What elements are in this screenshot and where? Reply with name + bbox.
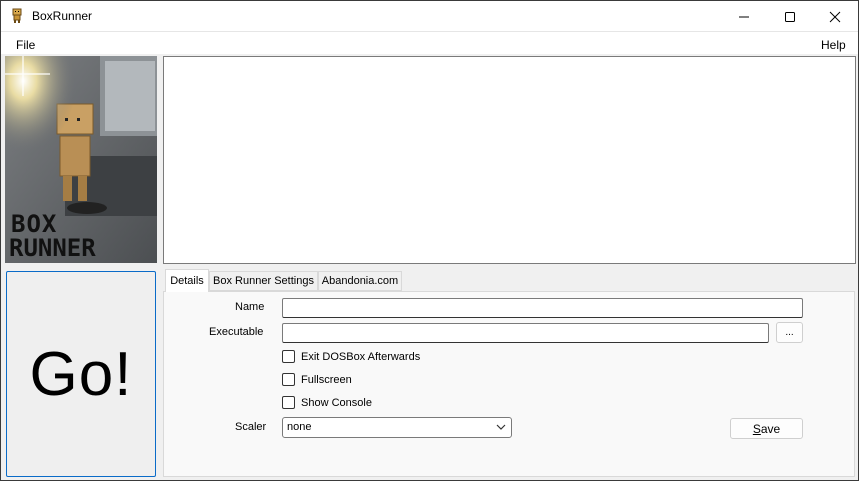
exit-dosbox-checkbox[interactable]: Exit DOSBox Afterwards [282,350,420,363]
save-button[interactable]: Save [730,418,803,439]
show-console-label: Show Console [301,396,372,409]
checkbox-box[interactable] [282,350,295,363]
save-button-label: ave [760,421,781,436]
menu-bar: File Help [1,32,858,54]
output-area[interactable] [163,56,856,264]
minimize-icon [739,16,749,17]
close-icon [829,11,841,22]
boxrunner-logo-image: BOX RUNNER [5,56,157,263]
menu-file[interactable]: File [16,38,35,52]
exit-dosbox-label: Exit DOSBox Afterwards [301,350,421,363]
details-panel [163,291,855,477]
maximize-button[interactable] [767,1,813,32]
show-console-checkbox[interactable]: Show Console [282,396,372,409]
tab-box-runner-settings[interactable]: Box Runner Settings [209,271,318,291]
tab-abandonia-label: Abandonia.com [321,275,399,287]
maximize-icon [785,11,795,22]
go-button-label: Go! [29,339,133,409]
chevron-down-icon [496,424,506,430]
name-field[interactable] [282,298,803,318]
tab-abandonia[interactable]: Abandonia.com [318,271,402,291]
go-button[interactable]: Go! [6,271,156,477]
title-bar[interactable]: BoxRunner [1,1,858,32]
checkbox-box[interactable] [282,373,295,386]
scaler-label: Scaler [235,421,267,433]
tab-details-label: Details [170,275,204,287]
save-button-mnemonic: S [752,421,761,436]
close-button[interactable] [812,1,858,32]
tab-settings-label: Box Runner Settings [213,275,314,287]
app-window: BoxRunner File Help BOX RUNNER Go! Detai… [0,0,859,481]
boxrunner-app-icon [12,8,22,23]
tab-details[interactable]: Details [165,269,209,292]
scaler-value: none [287,421,312,433]
fullscreen-label: Fullscreen [301,373,352,386]
executable-field[interactable] [282,323,769,343]
name-label: Name [235,301,265,313]
fullscreen-checkbox[interactable]: Fullscreen [282,373,352,386]
scaler-select[interactable]: none [282,417,512,438]
browse-button[interactable]: ... [776,322,803,343]
checkbox-box[interactable] [282,396,295,409]
minimize-button[interactable] [721,1,767,32]
executable-label: Executable [209,326,264,338]
menu-help[interactable]: Help [821,38,846,52]
window-title: BoxRunner [32,9,93,23]
logo-text-runner: RUNNER [9,234,96,262]
